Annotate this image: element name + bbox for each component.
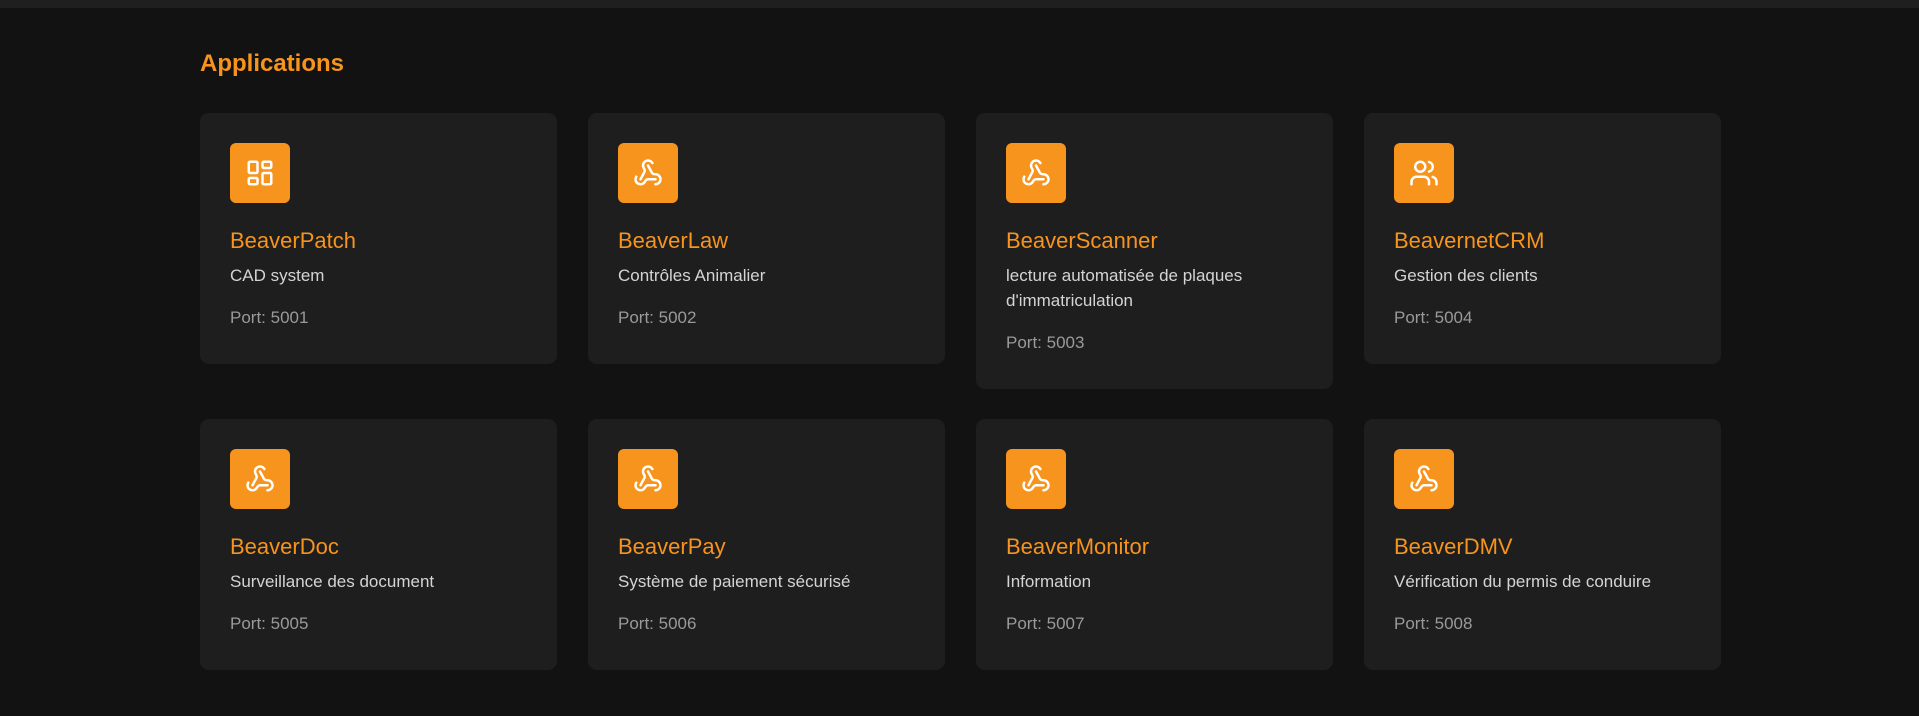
app-card-beavermonitor[interactable]: BeaverMonitor Information Port: 5007 [976, 419, 1333, 670]
app-name: BeaverPay [618, 534, 726, 559]
app-description: Gestion des clients [1394, 266, 1538, 285]
app-card-beavernetcrm[interactable]: BeavernetCRM Gestion des clients Port: 5… [1364, 113, 1721, 364]
app-name: BeaverDoc [230, 534, 339, 559]
webhook-icon [1006, 449, 1066, 509]
app-port: Port: 5002 [618, 308, 697, 327]
app-name: BeavernetCRM [1394, 228, 1545, 253]
app-card-beaverlaw[interactable]: BeaverLaw Contrôles Animalier Port: 5002 [588, 113, 945, 364]
app-description: lecture automatisée de plaques d'immatri… [1006, 266, 1243, 310]
webhook-icon [618, 143, 678, 203]
app-name: BeaverMonitor [1006, 534, 1150, 559]
app-card-beaverpay[interactable]: BeaverPay Système de paiement sécurisé P… [588, 419, 945, 670]
app-port: Port: 5003 [1006, 333, 1085, 352]
webhook-icon [230, 449, 290, 509]
webhook-icon [618, 449, 678, 509]
app-port: Port: 5008 [1394, 614, 1473, 633]
users-icon [1394, 143, 1454, 203]
app-name: BeaverPatch [230, 228, 356, 253]
webhook-icon [1006, 143, 1066, 203]
layout-dashboard-icon [230, 143, 290, 203]
app-port: Port: 5004 [1394, 308, 1473, 327]
app-card-beaverscanner[interactable]: BeaverScanner lecture automatisée de pla… [976, 113, 1333, 389]
app-description: Surveillance des document [230, 572, 435, 591]
app-name: BeaverLaw [618, 228, 729, 253]
app-card-beaverdoc[interactable]: BeaverDoc Surveillance des document Port… [200, 419, 557, 670]
app-port: Port: 5001 [230, 308, 309, 327]
app-description: CAD system [230, 266, 325, 285]
app-card-beaverpatch[interactable]: BeaverPatch CAD system Port: 5001 [200, 113, 557, 364]
section-title: Applications [200, 50, 345, 77]
applications-grid: BeaverPatch CAD system Port: 5001 Beaver… [200, 113, 1721, 670]
app-port: Port: 5006 [618, 614, 697, 633]
app-name: BeaverDMV [1394, 534, 1513, 559]
app-port: Port: 5005 [230, 614, 309, 633]
app-description: Information [1006, 572, 1092, 591]
app-description: Système de paiement sécurisé [618, 572, 851, 591]
app-port: Port: 5007 [1006, 614, 1085, 633]
webhook-icon [1394, 449, 1454, 509]
app-name: BeaverScanner [1006, 228, 1158, 253]
app-card-beaverdmv[interactable]: BeaverDMV Vérification du permis de cond… [1364, 419, 1721, 670]
top-bar [0, 0, 1919, 8]
app-description: Contrôles Animalier [618, 266, 766, 285]
app-description: Vérification du permis de conduire [1394, 572, 1652, 591]
